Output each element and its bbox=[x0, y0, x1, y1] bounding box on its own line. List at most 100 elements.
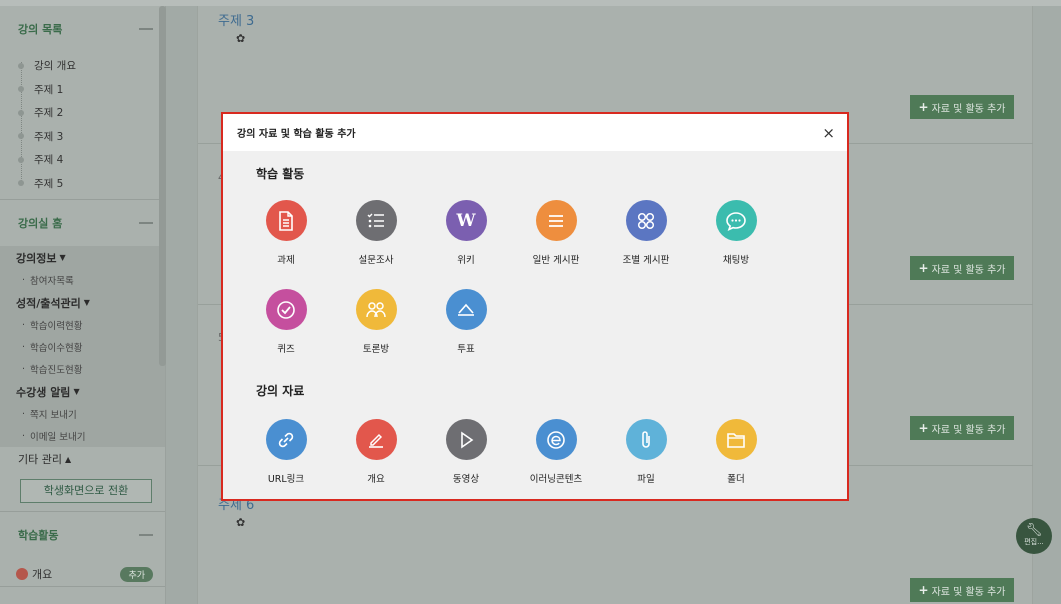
gear-icon[interactable]: ✿ bbox=[236, 516, 245, 529]
assignment-icon bbox=[265, 200, 307, 241]
etc-manage-toggle[interactable]: 기타 관리 ▲ bbox=[0, 447, 165, 471]
resource-label: 동영상 bbox=[452, 474, 480, 485]
activity-label: 개요 bbox=[32, 568, 53, 581]
gear-icon[interactable]: ✿ bbox=[236, 32, 245, 45]
activity-label: 토론방 bbox=[362, 344, 390, 355]
caret-up-icon: ▲ bbox=[64, 454, 72, 464]
course-list-header[interactable]: 강의 목록 bbox=[0, 6, 165, 52]
activity-wiki[interactable]: W 위키 bbox=[426, 200, 506, 266]
bullet-icon bbox=[18, 133, 24, 140]
activity-label: 설문조사 bbox=[358, 255, 394, 266]
wiki-icon: W bbox=[445, 200, 487, 241]
pencil-icon bbox=[355, 419, 397, 460]
toc-list: 강의 개요 주제 1 주제 2 주제 3 주제 4 주제 5 bbox=[0, 52, 165, 199]
topic-3-title[interactable]: 주제 3 bbox=[218, 10, 254, 29]
resource-url[interactable]: URL링크 bbox=[246, 419, 326, 485]
bullet-icon bbox=[18, 156, 24, 163]
wrench-icon: 🔧︎ bbox=[1025, 523, 1043, 538]
activity-chat[interactable]: 채팅방 bbox=[696, 200, 776, 266]
sidebar-gap bbox=[166, 6, 197, 604]
toc-item[interactable]: 강의 개요 bbox=[0, 54, 165, 78]
edit-button[interactable]: 🔧︎ 편집... bbox=[1016, 518, 1052, 554]
bullet-icon bbox=[18, 86, 24, 93]
menu-group-label: 강의정보 bbox=[16, 251, 57, 265]
add-resource-button[interactable]: + 자료 및 활동 추가 bbox=[910, 256, 1014, 280]
toc-item-label: 주제 3 bbox=[34, 130, 64, 143]
resource-elearning[interactable]: 이러닝콘텐츠 bbox=[516, 419, 596, 485]
bullet-icon bbox=[18, 62, 24, 69]
bullet-icon: · bbox=[22, 341, 26, 353]
caret-down-icon: ▼ bbox=[59, 253, 66, 262]
activities-header[interactable]: 학습활동 bbox=[0, 512, 165, 558]
menu-item[interactable]: · 학습이수현황 bbox=[0, 336, 165, 358]
resource-label: 파일 bbox=[637, 474, 655, 485]
activities-heading: 학습 활동 bbox=[256, 167, 305, 181]
course-list-block: 강의 목록 강의 개요 주제 1 주제 2 주제 3 주제 4 주제 5 bbox=[0, 6, 165, 200]
add-resource-label: 자료 및 활동 추가 bbox=[931, 103, 1006, 115]
activity-board[interactable]: 일반 게시판 bbox=[516, 200, 596, 266]
activity-label: 투표 bbox=[457, 344, 475, 355]
resource-label: URL링크 bbox=[267, 474, 305, 485]
collapse-icon[interactable] bbox=[139, 534, 153, 536]
menu-item[interactable]: · 학습진도현황 bbox=[0, 358, 165, 380]
menu-group-title[interactable]: 수강생 알림 ▼ bbox=[0, 380, 165, 403]
toc-item[interactable]: 주제 3 bbox=[0, 125, 165, 149]
menu-group-title[interactable]: 강의정보 ▼ bbox=[0, 246, 165, 269]
classroom-home-header[interactable]: 강의실 홈 bbox=[0, 200, 165, 246]
link-icon bbox=[265, 419, 307, 460]
sidebar-scrollbar[interactable] bbox=[159, 6, 166, 366]
caret-down-icon: ▼ bbox=[83, 298, 90, 307]
add-resource-button[interactable]: + 자료 및 활동 추가 bbox=[910, 578, 1014, 602]
activity-group-board[interactable]: 조별 게시판 bbox=[606, 200, 686, 266]
menu-item-label: 참여자목록 bbox=[30, 276, 74, 287]
add-resource-button[interactable]: + 자료 및 활동 추가 bbox=[910, 416, 1014, 440]
activity-forum[interactable]: 토론방 bbox=[336, 289, 416, 355]
classroom-home-title: 강의실 홈 bbox=[18, 217, 63, 230]
add-resource-button[interactable]: + 자료 및 활동 추가 bbox=[910, 95, 1014, 119]
collapse-icon[interactable] bbox=[139, 28, 153, 30]
bullet-icon: · bbox=[22, 319, 26, 331]
resource-label: 이러닝콘텐츠 bbox=[529, 474, 583, 485]
bullet-icon: · bbox=[22, 363, 26, 375]
modal-header: 강의 자료 및 학습 활동 추가 × bbox=[223, 114, 847, 151]
toc-item-label: 주제 1 bbox=[34, 83, 64, 96]
folder-icon bbox=[715, 419, 757, 460]
bullet-icon bbox=[18, 180, 24, 187]
collapse-icon[interactable] bbox=[139, 222, 153, 224]
menu-item[interactable]: · 쪽지 보내기 bbox=[0, 403, 165, 425]
chat-icon bbox=[715, 200, 757, 241]
activity-row: 개요 추가 bbox=[0, 562, 165, 586]
board-icon bbox=[535, 200, 577, 241]
course-list-title: 강의 목록 bbox=[18, 23, 63, 36]
add-activity-button[interactable]: 추가 bbox=[120, 566, 153, 582]
toc-item[interactable]: 주제 5 bbox=[0, 172, 165, 196]
activity-quiz[interactable]: 퀴즈 bbox=[246, 289, 326, 355]
toc-item[interactable]: 주제 4 bbox=[0, 148, 165, 172]
resource-overview[interactable]: 개요 bbox=[336, 419, 416, 485]
classroom-home-block: 강의실 홈 강의정보 ▼ · 참여자목록 성적/출석관리 ▼ · 학습이력현황 · 학습이… bbox=[0, 200, 165, 512]
menu-item[interactable]: · 학습이력현황 bbox=[0, 314, 165, 336]
toc-item[interactable]: 주제 2 bbox=[0, 101, 165, 125]
menu-item[interactable]: · 참여자목록 bbox=[0, 269, 165, 291]
add-resource-label: 자료 및 활동 추가 bbox=[931, 424, 1006, 436]
activity-label: 채팅방 bbox=[722, 255, 750, 266]
toc-item[interactable]: 주제 1 bbox=[0, 78, 165, 102]
resource-folder[interactable]: 폴더 bbox=[696, 419, 776, 485]
overview-icon bbox=[16, 568, 28, 580]
resource-file[interactable]: 파일 bbox=[606, 419, 686, 485]
menu-item-label: 이메일 보내기 bbox=[30, 432, 86, 443]
close-icon[interactable]: × bbox=[822, 124, 835, 142]
menu-item[interactable]: · 이메일 보내기 bbox=[0, 425, 165, 447]
switch-student-view-button[interactable]: 학생화면으로 전환 bbox=[20, 479, 152, 503]
modal-title: 강의 자료 및 학습 활동 추가 bbox=[237, 129, 356, 140]
classroom-menu: 강의정보 ▼ · 참여자목록 성적/출석관리 ▼ · 학습이력현황 · 학습이수현황 · 학… bbox=[0, 246, 165, 447]
activity-survey[interactable]: 설문조사 bbox=[336, 200, 416, 266]
bullet-icon: · bbox=[22, 430, 26, 442]
activity-vote[interactable]: 투표 bbox=[426, 289, 506, 355]
bullet-icon: · bbox=[22, 274, 26, 286]
menu-group-label: 성적/출석관리 bbox=[16, 296, 81, 310]
menu-group-title[interactable]: 성적/출석관리 ▼ bbox=[0, 291, 165, 314]
resource-video[interactable]: 동영상 bbox=[426, 419, 506, 485]
activity-label: 퀴즈 bbox=[277, 344, 295, 355]
activity-assignment[interactable]: 과제 bbox=[246, 200, 326, 266]
